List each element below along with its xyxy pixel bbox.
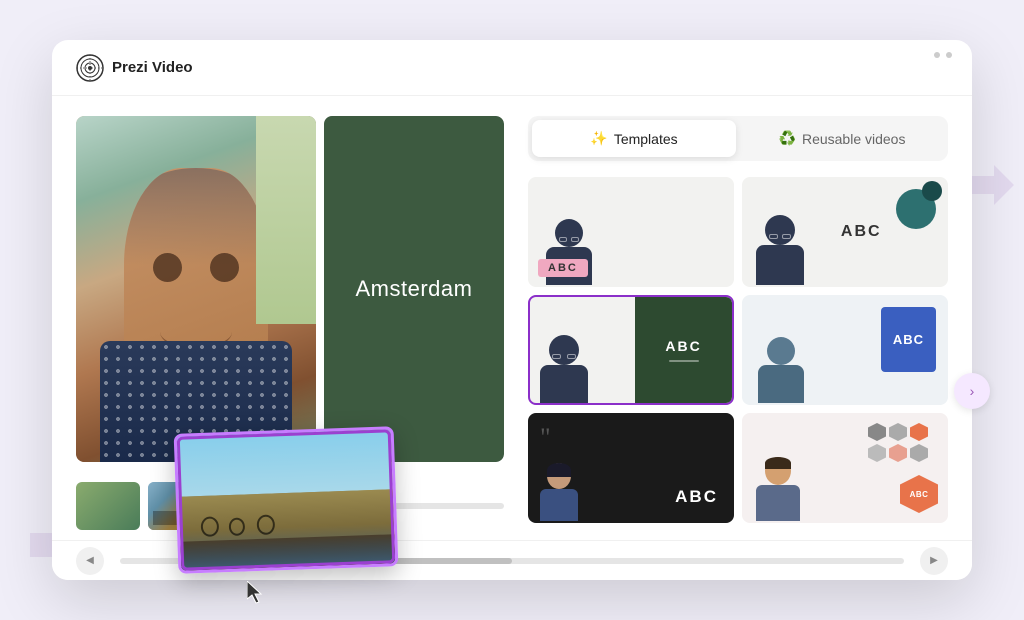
person-figure-2 bbox=[756, 215, 804, 285]
prezi-logo-icon bbox=[76, 54, 104, 82]
hexagon-grid bbox=[868, 423, 938, 462]
window-control-dot-2 bbox=[946, 52, 952, 58]
woman-head-6 bbox=[765, 457, 791, 485]
hex-abc-badge: ABC bbox=[900, 475, 938, 513]
tab-templates-label: Templates bbox=[614, 131, 678, 147]
right-panel: ✨ Templates ♻️ Reusable videos bbox=[528, 116, 948, 530]
person-head-2 bbox=[765, 215, 795, 245]
left-panel: Amsterdam bbox=[76, 116, 504, 530]
woman-body-5 bbox=[540, 489, 578, 521]
slide-panel: Amsterdam bbox=[324, 116, 504, 462]
template-card-2[interactable]: ABC bbox=[742, 177, 948, 287]
person-head-3 bbox=[549, 335, 579, 365]
slide-title-text: Amsterdam bbox=[356, 276, 473, 302]
recycle-icon: ♻️ bbox=[779, 130, 796, 147]
window-header: Prezi Video bbox=[52, 40, 972, 96]
abc-label-5: ABC bbox=[675, 487, 718, 507]
abc-label-2: ABC bbox=[841, 223, 882, 241]
abc-label-4: ABC bbox=[893, 332, 924, 347]
logo-container: Prezi Video bbox=[76, 54, 193, 82]
window-content: Amsterdam bbox=[52, 96, 972, 580]
window-controls bbox=[934, 52, 952, 58]
tabs-container: ✨ Templates ♻️ Reusable videos bbox=[528, 116, 948, 161]
tab-reusable[interactable]: ♻️ Reusable videos bbox=[740, 120, 944, 157]
abc-badge-1: ABC bbox=[530, 258, 732, 277]
woman-figure-5 bbox=[540, 463, 578, 521]
thumbnail-1[interactable] bbox=[76, 482, 140, 530]
app-window: Prezi Video bbox=[52, 40, 972, 580]
template-card-4[interactable]: ABC bbox=[742, 295, 948, 405]
person-photo bbox=[76, 116, 316, 462]
template-next-arrow[interactable]: › bbox=[954, 373, 990, 409]
blue-rect-card: ABC bbox=[881, 307, 936, 372]
dark-slide-panel: ABC bbox=[635, 297, 732, 403]
person-figure-4 bbox=[758, 337, 804, 403]
teal-circles bbox=[896, 189, 936, 229]
person-head-4 bbox=[767, 337, 795, 365]
footer-next-button[interactable]: ▶ bbox=[920, 547, 948, 575]
woman-body-6 bbox=[756, 485, 800, 521]
person-figure-3 bbox=[540, 335, 588, 403]
tab-templates[interactable]: ✨ Templates bbox=[532, 120, 736, 157]
person-body-2 bbox=[756, 245, 804, 285]
video-feed bbox=[76, 116, 316, 462]
quote-marks-icon: " bbox=[540, 425, 551, 451]
woman-head-5 bbox=[547, 463, 571, 489]
amsterdam-photo-inner bbox=[177, 429, 396, 570]
person-body-3 bbox=[540, 365, 588, 403]
chevron-right-icon: › bbox=[970, 383, 975, 399]
wand-icon: ✨ bbox=[590, 130, 607, 147]
template-card-3[interactable]: ABC bbox=[528, 295, 734, 405]
person-head-1 bbox=[555, 219, 583, 247]
tab-reusable-label: Reusable videos bbox=[802, 131, 906, 147]
cursor-indicator bbox=[247, 581, 267, 610]
footer-prev-button[interactable]: ◀ bbox=[76, 547, 104, 575]
app-title: Prezi Video bbox=[112, 59, 193, 76]
preview-area: Amsterdam bbox=[76, 116, 504, 462]
template-card-5[interactable]: " ABC bbox=[528, 413, 734, 523]
amsterdam-photo-card bbox=[174, 426, 399, 574]
woman-figure-6 bbox=[756, 457, 800, 521]
window-control-dot-1 bbox=[934, 52, 940, 58]
template-card-1[interactable]: ABC bbox=[528, 177, 734, 287]
person-body-4 bbox=[758, 365, 804, 403]
template-card-6[interactable]: ABC bbox=[742, 413, 948, 523]
template-grid: ABC bbox=[528, 177, 948, 523]
